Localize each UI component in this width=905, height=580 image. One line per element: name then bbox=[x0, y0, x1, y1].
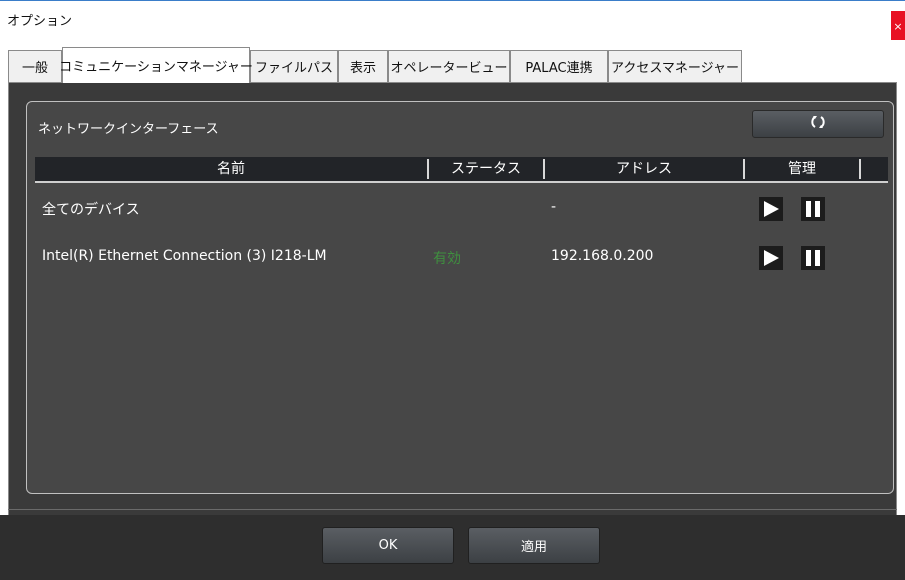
row-device-address: - bbox=[551, 199, 557, 215]
title-bar: オプション × bbox=[0, 0, 905, 43]
column-header-name[interactable]: 名前 bbox=[35, 157, 427, 181]
footer-divider bbox=[8, 509, 897, 510]
row-device-name[interactable]: Intel(R) Ethernet Connection (3) I218-LM bbox=[42, 248, 327, 264]
play-icon bbox=[764, 201, 779, 217]
row-device-name[interactable]: 全てのデバイス bbox=[42, 199, 140, 219]
row-device-status: 有効 bbox=[433, 251, 461, 267]
start-button[interactable] bbox=[759, 197, 783, 221]
tab-display[interactable]: 表示 bbox=[338, 50, 388, 82]
tab-communication-manager[interactable]: コミュニケーションマネージャー bbox=[59, 47, 253, 83]
refresh-icon bbox=[810, 114, 826, 134]
window-title: オプション bbox=[7, 14, 73, 29]
pause-icon bbox=[806, 250, 820, 266]
column-header-address[interactable]: アドレス bbox=[545, 157, 743, 181]
apply-button[interactable]: 適用 bbox=[468, 527, 600, 564]
tab-operator-view[interactable]: オペレータービュー bbox=[388, 50, 510, 82]
row-device-address: 192.168.0.200 bbox=[551, 248, 654, 264]
ok-button[interactable]: OK bbox=[322, 527, 454, 564]
pause-icon bbox=[806, 201, 820, 217]
play-icon bbox=[764, 250, 779, 266]
column-header-manage[interactable]: 管理 bbox=[745, 157, 859, 181]
column-separator bbox=[859, 159, 861, 179]
table-body bbox=[35, 183, 888, 488]
refresh-button[interactable] bbox=[752, 110, 884, 138]
pause-button[interactable] bbox=[801, 246, 825, 270]
pause-button[interactable] bbox=[801, 197, 825, 221]
panel-title: ネットワークインターフェース bbox=[38, 122, 219, 137]
tab-palac[interactable]: PALAC連携 bbox=[510, 50, 608, 82]
table-header: 名前 ステータス アドレス 管理 bbox=[35, 157, 888, 183]
tab-access-manager[interactable]: アクセスマネージャー bbox=[608, 50, 742, 82]
tab-general[interactable]: 一般 bbox=[8, 50, 62, 82]
start-button[interactable] bbox=[759, 246, 783, 270]
close-button[interactable]: × bbox=[891, 11, 905, 43]
tab-file-path[interactable]: ファイルパス bbox=[250, 50, 338, 82]
column-header-status[interactable]: ステータス bbox=[429, 157, 543, 181]
